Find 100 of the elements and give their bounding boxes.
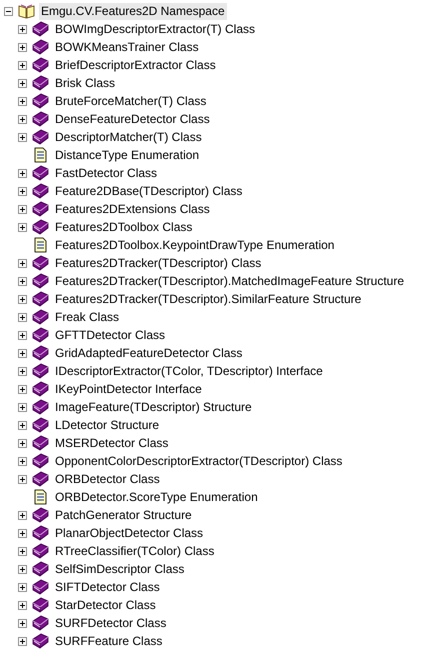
expand-toggle[interactable] <box>18 618 27 628</box>
tree-item[interactable]: SelfSimDescriptor Class <box>53 560 186 578</box>
tree-item[interactable]: Features2DToolbox Class <box>53 218 194 236</box>
tree-item[interactable]: ORBDetector Class <box>53 470 162 488</box>
collapse-toggle[interactable] <box>4 6 13 16</box>
expand-toggle[interactable] <box>18 402 27 412</box>
expand-toggle[interactable] <box>18 456 27 466</box>
tree-item[interactable]: IKeyPointDetector Interface <box>53 380 204 398</box>
book-icon <box>32 219 49 235</box>
book-icon <box>32 111 49 127</box>
tree-item[interactable]: StarDetector Class <box>53 596 158 614</box>
book-icon <box>32 93 49 109</box>
book-icon <box>32 633 49 649</box>
book-icon <box>32 525 49 541</box>
tree-item[interactable]: DistanceType Enumeration <box>53 146 202 164</box>
tree-item[interactable]: OpponentColorDescriptorExtractor(TDescriptor) Class <box>53 452 344 470</box>
expand-toggle[interactable] <box>18 528 27 538</box>
expand-toggle[interactable] <box>18 438 27 448</box>
tree-item[interactable]: DenseFeatureDetector Class <box>53 110 212 128</box>
tree-item[interactable]: BOWKMeansTrainer Class <box>53 38 201 56</box>
tree-item[interactable]: Features2DToolbox.KeypointDrawType Enumeration <box>53 236 336 254</box>
book-icon <box>32 201 49 217</box>
tree-item[interactable]: Brisk Class <box>53 74 118 92</box>
book-icon <box>32 561 49 577</box>
tree-item[interactable]: BruteForceMatcher(T) Class <box>53 92 208 110</box>
tree-item[interactable]: RTreeClassifier(TColor) Class <box>53 542 216 560</box>
tree-item[interactable]: SURFFeature Class <box>53 632 164 650</box>
tree-item[interactable]: Emgu.CV.Features2D Namespace <box>39 2 227 20</box>
book-icon <box>32 381 49 397</box>
book-icon <box>32 543 49 559</box>
expand-toggle[interactable] <box>18 258 27 268</box>
tree-item[interactable]: BOWImgDescriptorExtractor(T) Class <box>53 20 258 38</box>
book-icon <box>32 597 49 613</box>
expand-toggle[interactable] <box>18 600 27 610</box>
book-icon <box>32 345 49 361</box>
book-icon <box>32 39 49 55</box>
tree-item[interactable]: PatchGenerator Structure <box>53 506 194 524</box>
expand-toggle[interactable] <box>18 636 27 646</box>
tree-item[interactable]: PlanarObjectDetector Class <box>53 524 206 542</box>
expand-toggle[interactable] <box>18 348 27 358</box>
tree-item[interactable]: BriefDescriptorExtractor Class <box>53 56 218 74</box>
tree-item[interactable]: Features2DExtensions Class <box>53 200 212 218</box>
expand-toggle[interactable] <box>18 60 27 70</box>
tree-item[interactable]: ORBDetector.ScoreType Enumeration <box>53 488 260 506</box>
open-book-icon <box>18 3 35 19</box>
book-icon <box>32 363 49 379</box>
tree-item[interactable]: FastDetector Class <box>53 164 160 182</box>
book-icon <box>32 435 49 451</box>
book-icon <box>32 165 49 181</box>
expand-toggle[interactable] <box>18 114 27 124</box>
tree-item[interactable]: GridAdaptedFeatureDetector Class <box>53 344 244 362</box>
book-icon <box>32 399 49 415</box>
expand-toggle[interactable] <box>18 564 27 574</box>
book-icon <box>32 75 49 91</box>
book-icon <box>32 183 49 199</box>
book-icon <box>32 471 49 487</box>
expand-toggle[interactable] <box>18 384 27 394</box>
expand-toggle[interactable] <box>18 546 27 556</box>
tree-item[interactable]: ImageFeature(TDescriptor) Structure <box>53 398 254 416</box>
book-icon <box>32 453 49 469</box>
tree-item[interactable]: Features2DTracker(TDescriptor).MatchedImageFeature Structure <box>53 272 406 290</box>
expand-toggle[interactable] <box>18 78 27 88</box>
document-icon <box>32 147 49 163</box>
expand-toggle[interactable] <box>18 132 27 142</box>
expand-toggle[interactable] <box>18 222 27 232</box>
tree-item[interactable]: GFTTDetector Class <box>53 326 168 344</box>
expand-toggle[interactable] <box>18 42 27 52</box>
expand-toggle[interactable] <box>18 96 27 106</box>
tree-item[interactable]: Feature2DBase(TDescriptor) Class <box>53 182 244 200</box>
expand-toggle[interactable] <box>18 330 27 340</box>
expand-toggle[interactable] <box>18 366 27 376</box>
tree-item[interactable]: SIFTDetector Class <box>53 578 162 596</box>
book-icon <box>32 507 49 523</box>
expand-toggle[interactable] <box>18 24 27 34</box>
book-icon <box>32 579 49 595</box>
expand-toggle[interactable] <box>18 474 27 484</box>
tree-item[interactable]: IDescriptorExtractor(TColor, TDescriptor) Interface <box>53 362 325 380</box>
book-icon <box>32 129 49 145</box>
tree-item[interactable]: Freak Class <box>53 308 122 326</box>
tree-item[interactable]: MSERDetector Class <box>53 434 170 452</box>
tree-item[interactable]: Features2DTracker(TDescriptor).SimilarFeature Structure <box>53 290 364 308</box>
tree-item[interactable]: DescriptorMatcher(T) Class <box>53 128 204 146</box>
document-icon <box>32 237 49 253</box>
expand-toggle[interactable] <box>18 510 27 520</box>
expand-toggle[interactable] <box>18 420 27 430</box>
book-icon <box>32 615 49 631</box>
tree-item[interactable]: Features2DTracker(TDescriptor) Class <box>53 254 264 272</box>
book-icon <box>32 21 49 37</box>
expand-toggle[interactable] <box>18 204 27 214</box>
book-icon <box>32 57 49 73</box>
expand-toggle[interactable] <box>18 294 27 304</box>
expand-toggle[interactable] <box>18 186 27 196</box>
book-icon <box>32 273 49 289</box>
book-icon <box>32 417 49 433</box>
expand-toggle[interactable] <box>18 582 27 592</box>
expand-toggle[interactable] <box>18 276 27 286</box>
tree-item[interactable]: LDetector Structure <box>53 416 162 434</box>
tree-item[interactable]: SURFDetector Class <box>53 614 168 632</box>
expand-toggle[interactable] <box>18 168 27 178</box>
expand-toggle[interactable] <box>18 312 27 322</box>
